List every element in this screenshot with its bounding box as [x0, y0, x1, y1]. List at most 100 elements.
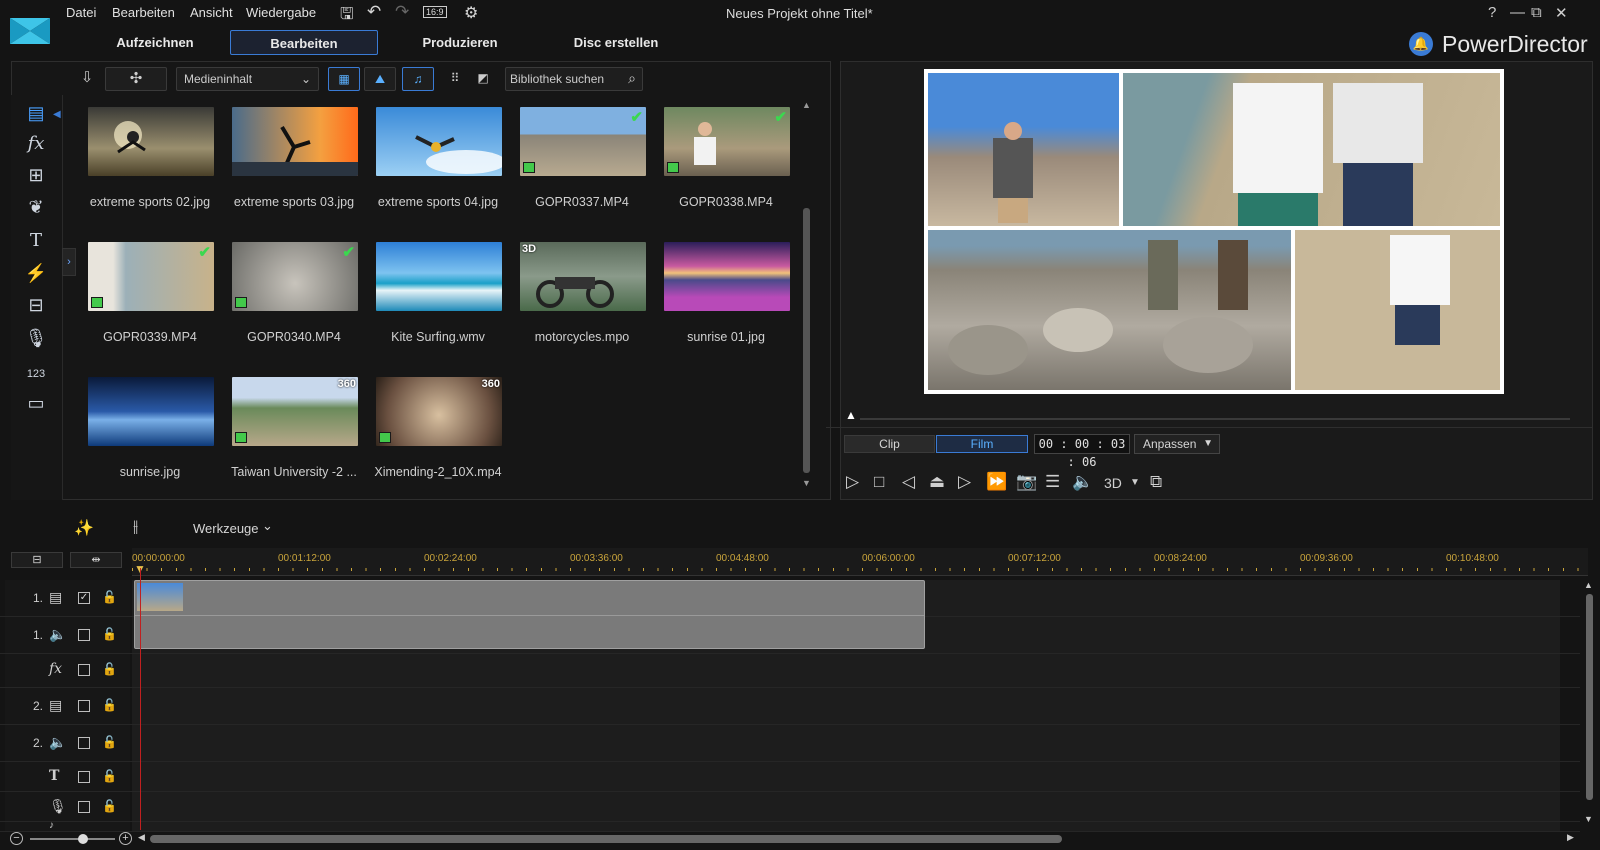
split-marker-icon[interactable]: ⏏	[929, 472, 945, 492]
scroll-left-icon[interactable]: ◀	[138, 832, 145, 843]
lock-icon[interactable]: 🔓	[102, 735, 117, 749]
track-enable-checkbox[interactable]	[78, 664, 90, 676]
voiceover-room-icon[interactable]: 🎙	[23, 328, 49, 354]
track-content[interactable]	[132, 654, 1560, 687]
media-room-icon[interactable]: ▤	[23, 103, 49, 129]
scroll-down-icon[interactable]: ▼	[1584, 814, 1593, 824]
previous-frame-icon[interactable]: ◁	[902, 472, 915, 492]
media-thumbnail[interactable]	[376, 242, 502, 311]
expand-library-button[interactable]: ›	[62, 248, 76, 276]
preview-scrubber-track[interactable]	[860, 418, 1570, 420]
fx-room-icon[interactable]: fx	[23, 133, 49, 159]
media-thumbnail[interactable]: ✔	[520, 107, 646, 176]
track-content[interactable]	[132, 792, 1560, 821]
scroll-up-icon[interactable]: ▲	[802, 100, 811, 110]
track-content[interactable]	[132, 762, 1560, 791]
redo-icon[interactable]: ↷	[395, 2, 409, 22]
magic-tools-icon[interactable]: ✨	[74, 518, 94, 538]
clip-mode-button[interactable]: Clip	[844, 435, 935, 453]
volume-icon[interactable]: 🔈	[1072, 472, 1093, 492]
search-icon[interactable]: ⌕	[628, 67, 636, 89]
track-enable-checkbox[interactable]	[78, 700, 90, 712]
media-thumbnail[interactable]	[88, 377, 214, 446]
film-mode-button[interactable]: Film	[936, 435, 1028, 453]
library-scrollbar[interactable]	[803, 208, 810, 473]
chevron-down-icon[interactable]: ⌄	[262, 518, 273, 534]
fit-dropdown[interactable]: Anpassen ▼	[1134, 434, 1220, 454]
help-button[interactable]: ?	[1488, 4, 1496, 21]
plugin-icon[interactable]: ✣	[105, 67, 167, 91]
media-thumbnail[interactable]: ✔	[664, 107, 790, 176]
title-room-icon[interactable]: T	[23, 230, 49, 256]
media-thumbnail[interactable]: 360	[376, 377, 502, 446]
play-icon[interactable]: ▷	[846, 472, 859, 492]
snapshot-icon[interactable]: 📷	[1016, 472, 1037, 492]
media-thumbnail[interactable]	[232, 107, 358, 176]
lock-icon[interactable]: 🔓	[102, 769, 117, 783]
track-enable-checkbox[interactable]	[78, 737, 90, 749]
fast-forward-icon[interactable]: ⏩	[986, 472, 1007, 492]
track-enable-checkbox[interactable]	[78, 629, 90, 641]
menu-wiedergabe[interactable]: Wiedergabe	[246, 5, 316, 20]
split-icon[interactable]: ⫲	[133, 518, 138, 536]
media-thumbnail[interactable]: 3D	[520, 242, 646, 311]
tools-menu[interactable]: Werkzeuge	[193, 521, 259, 536]
track-manager-icon[interactable]: ⊟	[11, 552, 63, 568]
timeline-vertical-scrollbar[interactable]	[1586, 594, 1593, 800]
audio-mixing-room-icon[interactable]: ⊟	[23, 295, 49, 321]
zoom-slider[interactable]	[30, 838, 115, 840]
3d-mode-button[interactable]: 3D	[1104, 475, 1122, 491]
track-content[interactable]	[132, 688, 1560, 724]
media-content-dropdown[interactable]: Medieninhalt ⌄	[176, 67, 319, 91]
zoom-in-icon[interactable]: +	[119, 832, 132, 845]
filter-image-icon[interactable]: ⛰	[364, 67, 396, 91]
media-thumbnail[interactable]: ✔	[232, 242, 358, 311]
undo-icon[interactable]: ↶	[367, 2, 381, 22]
lock-icon[interactable]: 🔓	[102, 627, 117, 641]
aspect-ratio-button[interactable]: 16:9	[423, 6, 447, 18]
track-content[interactable]	[132, 822, 1560, 831]
zoom-out-icon[interactable]: −	[10, 832, 23, 845]
timeline-clip[interactable]	[134, 580, 925, 649]
restore-button[interactable]: ⧉	[1531, 4, 1542, 21]
menu-ansicht[interactable]: Ansicht	[190, 5, 233, 20]
lock-icon[interactable]: 🔓	[102, 698, 117, 712]
track-enable-checkbox[interactable]: ✓	[78, 592, 90, 604]
save-icon[interactable]: 🖫	[340, 3, 354, 30]
import-media-icon[interactable]: ⇩	[73, 67, 101, 91]
stop-icon[interactable]: □	[874, 472, 884, 492]
particle-room-icon[interactable]: ❦	[23, 197, 49, 223]
next-frame-icon[interactable]: ▷	[958, 472, 971, 492]
media-thumbnail[interactable]	[664, 242, 790, 311]
timeline-horizontal-scrollbar[interactable]	[150, 835, 1062, 843]
tab-disc-erstellen[interactable]: Disc erstellen	[541, 30, 691, 55]
scroll-right-icon[interactable]: ▶	[1567, 832, 1574, 843]
thumbnail-size-icon[interactable]: ◩	[472, 67, 494, 91]
lock-icon[interactable]: 🔓	[102, 590, 117, 604]
settings-icon[interactable]: ⚙	[464, 3, 478, 23]
menu-datei[interactable]: Datei	[66, 5, 96, 20]
subtitles-icon[interactable]: ☰	[1045, 472, 1060, 492]
scroll-up-icon[interactable]: ▲	[1584, 580, 1593, 590]
media-thumbnail[interactable]: ✔	[88, 242, 214, 311]
pip-room-icon[interactable]: ⊞	[23, 165, 49, 191]
filter-audio-icon[interactable]: ♫	[402, 67, 434, 91]
tab-produzieren[interactable]: Produzieren	[385, 30, 535, 55]
3d-dropdown-icon[interactable]: ▼	[1130, 477, 1140, 488]
track-enable-checkbox[interactable]	[78, 771, 90, 783]
tab-aufzeichnen[interactable]: Aufzeichnen	[80, 30, 230, 55]
track-enable-checkbox[interactable]	[78, 801, 90, 813]
grid-view-icon[interactable]: ⠿	[444, 67, 466, 91]
media-thumbnail[interactable]	[376, 107, 502, 176]
scroll-down-icon[interactable]: ▼	[802, 478, 811, 488]
scrubber-handle-icon[interactable]: ▲	[845, 408, 857, 422]
library-search-field[interactable]: Bibliothek suchen ⌕	[505, 67, 643, 91]
media-thumbnail[interactable]	[88, 107, 214, 176]
menu-bearbeiten[interactable]: Bearbeiten	[112, 5, 175, 20]
timecode-display[interactable]: 00 : 00 : 03 : 06	[1034, 434, 1130, 469]
fit-timeline-icon[interactable]: ⇹	[70, 552, 122, 568]
timeline-ruler[interactable]: 00:00:00:00 00:01:12:00 00:02:24:00 00:0…	[132, 548, 1588, 576]
media-thumbnail[interactable]: 360	[232, 377, 358, 446]
lock-icon[interactable]: 🔓	[102, 662, 117, 676]
notification-bell-icon[interactable]: 🔔	[1409, 32, 1433, 56]
